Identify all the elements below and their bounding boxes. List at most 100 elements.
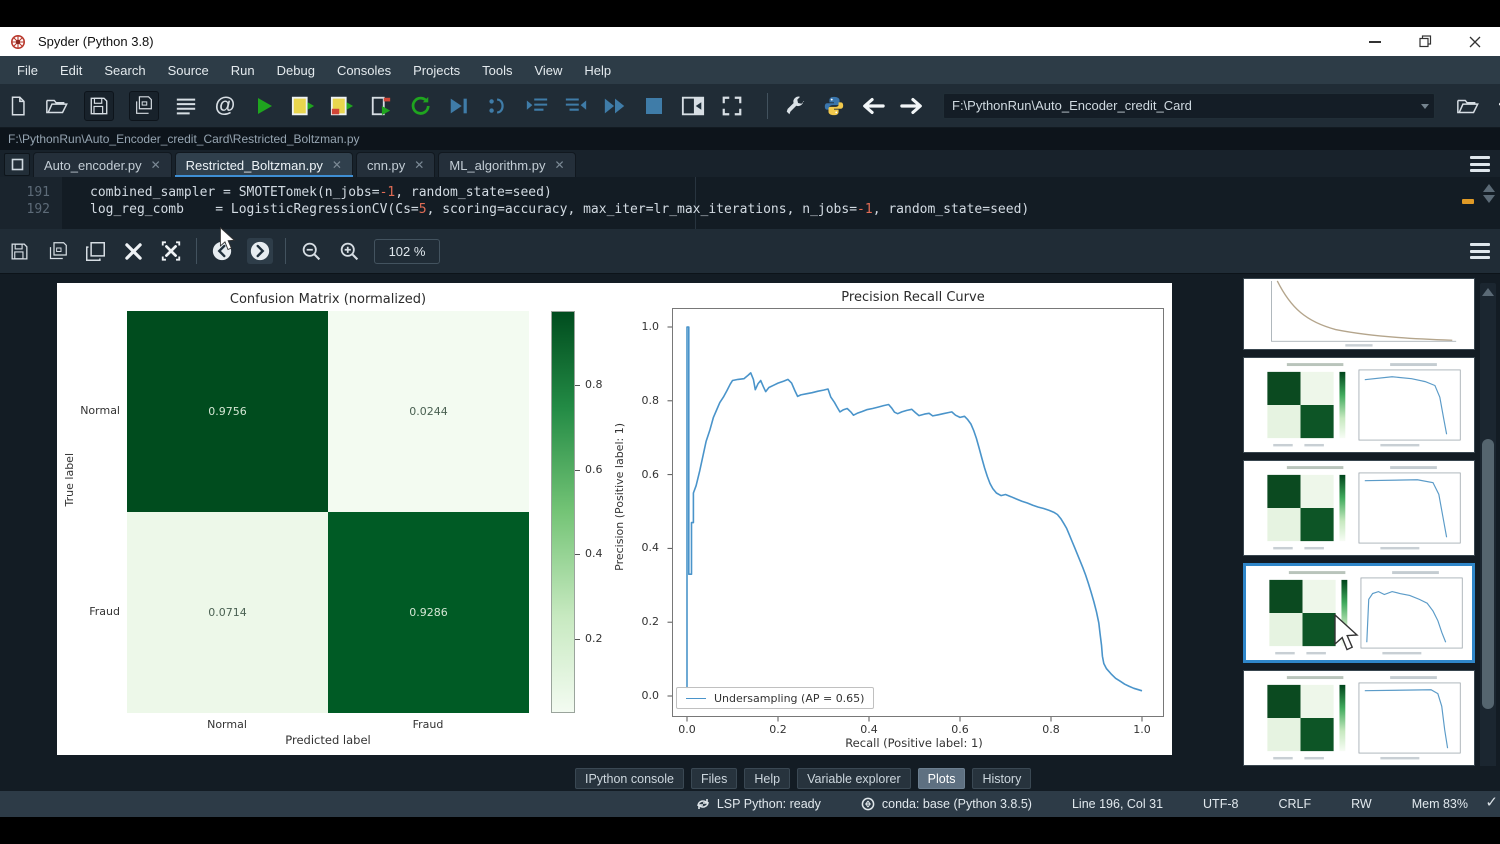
next-plot-icon[interactable] bbox=[247, 238, 273, 264]
zoom-level-field[interactable]: 102 % bbox=[374, 239, 440, 264]
pane-tab-files[interactable]: Files bbox=[691, 768, 737, 789]
menu-item-source[interactable]: Source bbox=[168, 63, 209, 78]
debug-step-icon[interactable] bbox=[486, 94, 510, 118]
restart-kernel-icon[interactable] bbox=[408, 94, 432, 118]
outline-icon[interactable] bbox=[174, 94, 198, 118]
pane-tab-history[interactable]: History bbox=[972, 768, 1031, 789]
thumbnail-confusion-pr-plot-2[interactable] bbox=[1243, 460, 1475, 556]
close-button[interactable] bbox=[1450, 27, 1500, 56]
thumbnail-confusion-pr-plot-3-selected[interactable] bbox=[1243, 563, 1475, 663]
code-editor[interactable]: 191combined_sampler = SMOTETomek(n_jobs=… bbox=[0, 177, 1500, 229]
preferences-wrench-icon[interactable] bbox=[783, 94, 807, 118]
editor-tab-cnn-py[interactable]: cnn.py✕ bbox=[356, 152, 435, 177]
thumb-scroll-up-icon[interactable] bbox=[1482, 288, 1494, 296]
scrollbar-flag bbox=[1462, 199, 1474, 204]
zoom-in-icon[interactable] bbox=[336, 238, 362, 264]
menu-item-edit[interactable]: Edit bbox=[60, 63, 82, 78]
lsp-status[interactable]: LSP Python: ready bbox=[696, 797, 821, 811]
spyder-logo-icon bbox=[10, 34, 26, 50]
tab-close-icon[interactable]: ✕ bbox=[332, 159, 342, 171]
save-file-icon[interactable] bbox=[84, 91, 114, 121]
python-env-icon[interactable] bbox=[822, 94, 846, 118]
pr-ytick-1.0: 1.0 bbox=[627, 320, 659, 333]
thumbnail-confusion-pr-plot-4[interactable] bbox=[1243, 670, 1475, 766]
run-cell-icon[interactable] bbox=[291, 94, 315, 118]
menu-item-help[interactable]: Help bbox=[584, 63, 611, 78]
menu-item-tools[interactable]: Tools bbox=[482, 63, 512, 78]
toolbar-separator bbox=[767, 93, 768, 119]
editor-tab-ml_algorithm-py[interactable]: ML_algorithm.py✕ bbox=[438, 152, 575, 177]
menu-item-run[interactable]: Run bbox=[231, 63, 255, 78]
pr-xtick-1.0: 1.0 bbox=[1122, 723, 1162, 736]
scroll-down-icon[interactable] bbox=[1483, 195, 1495, 203]
menu-item-projects[interactable]: Projects bbox=[413, 63, 460, 78]
editor-options-menu-icon[interactable] bbox=[1470, 156, 1490, 172]
editor-scrollbar[interactable] bbox=[1480, 181, 1498, 225]
step-return-icon[interactable] bbox=[564, 94, 588, 118]
remove-plot-icon[interactable] bbox=[120, 238, 146, 264]
pr-legend: Undersampling (AP = 0.65) bbox=[676, 687, 874, 709]
remove-all-plots-icon[interactable] bbox=[158, 238, 184, 264]
editor-tab-restricted_boltzman-py[interactable]: Restricted_Boltzman.py✕ bbox=[175, 152, 353, 177]
file-path: F:\PythonRun\Auto_Encoder_credit_Card\Re… bbox=[8, 132, 360, 146]
copy-plot-icon[interactable] bbox=[82, 238, 108, 264]
editor-tab-auto_encoder-py[interactable]: Auto_encoder.py ✕ bbox=[33, 152, 172, 177]
forward-icon[interactable] bbox=[900, 94, 924, 118]
back-icon[interactable] bbox=[861, 94, 885, 118]
save-plot-icon[interactable] bbox=[6, 238, 32, 264]
tab-close-icon[interactable]: ✕ bbox=[554, 159, 564, 171]
plots-toolbar-separator-1 bbox=[196, 238, 197, 264]
letterbox-bottom bbox=[0, 817, 1500, 844]
menu-item-consoles[interactable]: Consoles bbox=[337, 63, 391, 78]
plots-options-menu-icon[interactable] bbox=[1470, 243, 1490, 259]
parent-directory-icon[interactable] bbox=[1495, 94, 1500, 118]
thumb-scroll-handle[interactable] bbox=[1482, 439, 1494, 709]
pane-tab-variable-explorer[interactable]: Variable explorer bbox=[797, 768, 911, 789]
menu-item-view[interactable]: View bbox=[534, 63, 562, 78]
menu-item-search[interactable]: Search bbox=[104, 63, 145, 78]
conda-env-status[interactable]: conda: base (Python 3.8.5) bbox=[861, 797, 1032, 811]
zoom-out-icon[interactable] bbox=[298, 238, 324, 264]
browse-directory-icon[interactable] bbox=[1456, 94, 1480, 118]
step-into-icon[interactable] bbox=[525, 94, 549, 118]
plot-figure: Confusion Matrix (normalized) 0.97560.02… bbox=[57, 283, 1172, 755]
scroll-up-icon[interactable] bbox=[1483, 184, 1495, 192]
thumbnail-confusion-pr-plot-1[interactable] bbox=[1243, 357, 1475, 453]
conda-icon bbox=[861, 797, 875, 811]
pane-tab-help[interactable]: Help bbox=[744, 768, 790, 789]
working-directory-input[interactable] bbox=[943, 93, 1435, 119]
previous-plot-icon[interactable] bbox=[209, 238, 235, 264]
symbol-finder-icon[interactable]: @ bbox=[213, 94, 237, 118]
minimize-button[interactable] bbox=[1350, 27, 1400, 56]
new-file-icon[interactable] bbox=[6, 94, 30, 118]
legend-line-swatch bbox=[686, 698, 706, 699]
browse-tabs-icon[interactable] bbox=[4, 153, 30, 176]
pane-tab-ipython-console[interactable]: IPython console bbox=[575, 768, 684, 789]
thumbnails-scrollbar[interactable] bbox=[1480, 283, 1496, 844]
save-all-icon[interactable] bbox=[129, 91, 159, 121]
titlebar[interactable]: Spyder (Python 3.8) bbox=[0, 27, 1500, 56]
letterbox-top bbox=[0, 0, 1500, 27]
menu-item-debug[interactable]: Debug bbox=[277, 63, 315, 78]
continue-execution-icon[interactable] bbox=[603, 94, 627, 118]
menu-item-file[interactable]: File bbox=[17, 63, 38, 78]
open-file-icon[interactable] bbox=[45, 94, 69, 118]
tab-close-icon[interactable]: ✕ bbox=[151, 159, 161, 171]
debug-file-icon[interactable] bbox=[447, 94, 471, 118]
tab-label: Auto_encoder.py bbox=[44, 158, 142, 173]
run-cell-advance-icon[interactable] bbox=[330, 94, 354, 118]
save-all-plots-icon[interactable] bbox=[44, 238, 70, 264]
eol-status: CRLF bbox=[1278, 797, 1311, 811]
run-selection-icon[interactable] bbox=[369, 94, 393, 118]
pane-tab-plots[interactable]: Plots bbox=[918, 768, 966, 789]
open-panel-icon[interactable] bbox=[681, 94, 705, 118]
thumbnail-loss-decay-plot[interactable] bbox=[1243, 278, 1475, 350]
run-file-icon[interactable] bbox=[252, 94, 276, 118]
maximize-pane-icon[interactable] bbox=[720, 94, 744, 118]
stop-debug-icon[interactable] bbox=[642, 94, 666, 118]
directory-dropdown-caret[interactable] bbox=[1421, 104, 1429, 109]
plots-pane: Confusion Matrix (normalized) 0.97560.02… bbox=[0, 274, 1500, 766]
code-text: log_reg_comb = LogisticRegressionCV(Cs=5… bbox=[90, 202, 1029, 217]
tab-close-icon[interactable]: ✕ bbox=[414, 159, 424, 171]
restore-button[interactable] bbox=[1400, 27, 1450, 56]
